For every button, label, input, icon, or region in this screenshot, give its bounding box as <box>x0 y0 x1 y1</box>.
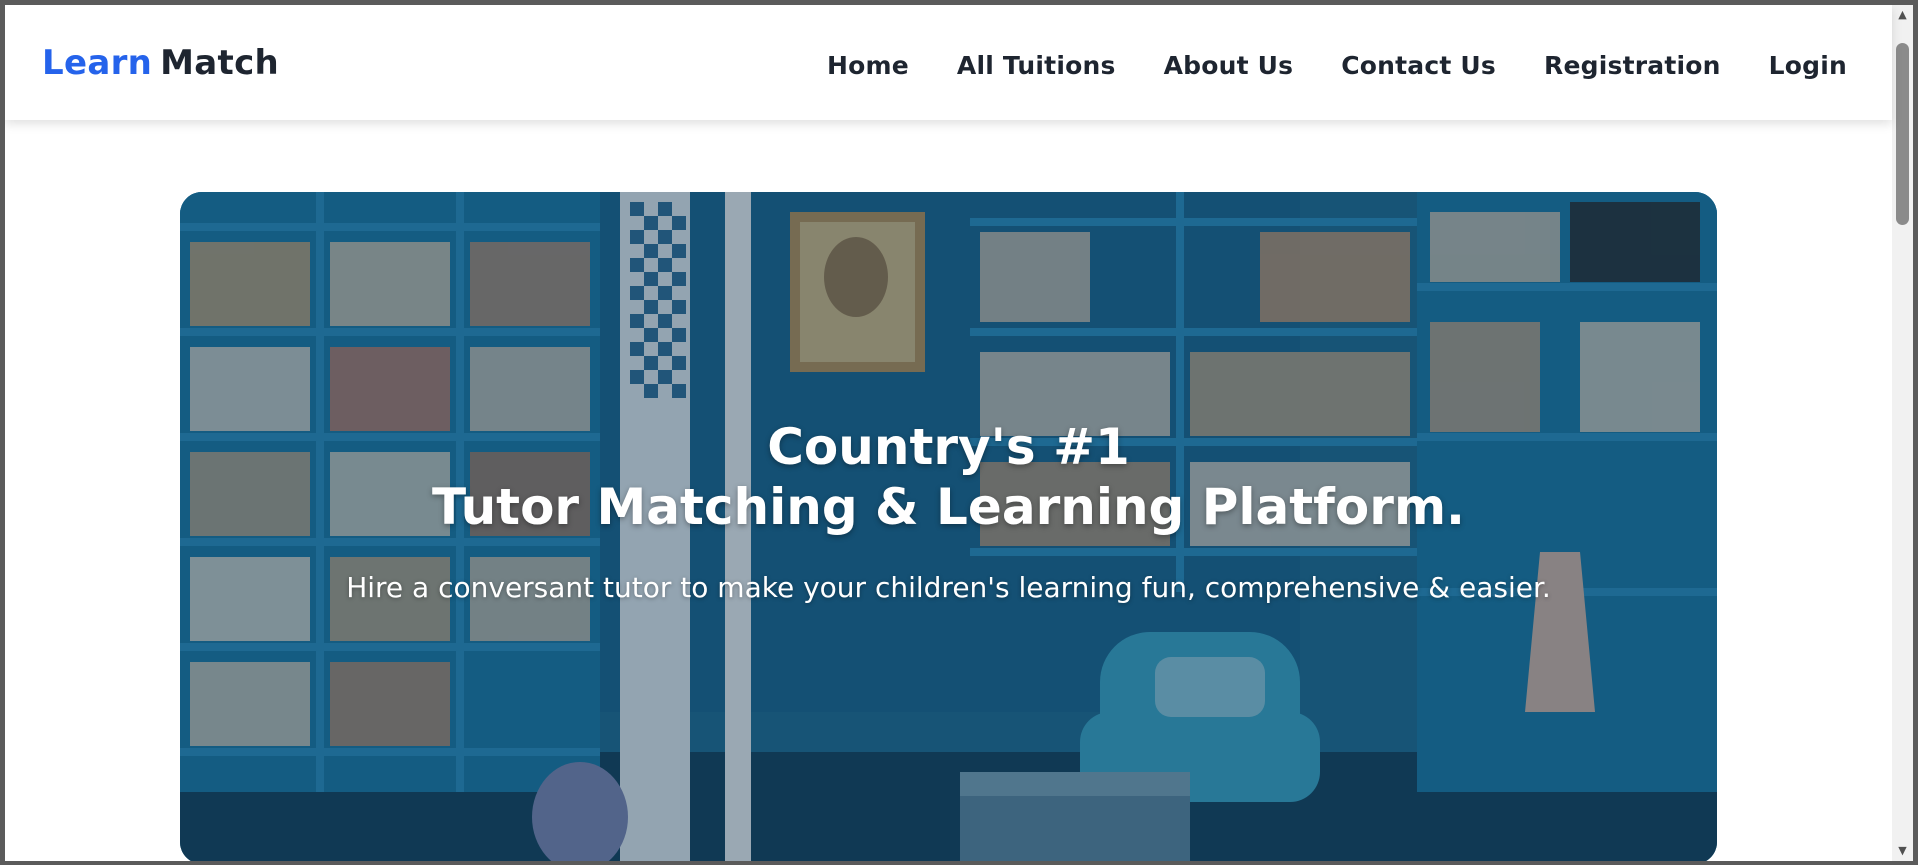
scrollbar-thumb[interactable] <box>1896 43 1909 225</box>
brand-logo[interactable]: Learn Match <box>42 43 279 83</box>
hero-title-line2: Tutor Matching & Learning Platform. <box>431 478 1466 536</box>
nav-contact-us[interactable]: Contact Us <box>1341 51 1496 80</box>
hero-banner: Country's #1 Tutor Matching & Learning P… <box>180 192 1717 861</box>
page-scrollbar[interactable]: ▲ ▼ <box>1892 5 1913 861</box>
nav-registration[interactable]: Registration <box>1544 51 1721 80</box>
nav-about-us[interactable]: About Us <box>1164 51 1294 80</box>
nav-menu: Home All Tuitions About Us Contact Us Re… <box>827 51 1847 80</box>
navbar: Learn Match Home All Tuitions About Us Co… <box>5 5 1892 120</box>
nav-home[interactable]: Home <box>827 51 909 80</box>
hero-subtitle: Hire a conversant tutor to make your chi… <box>346 571 1551 604</box>
brand-match: Match <box>160 43 280 83</box>
brand-learn: Learn <box>42 43 153 83</box>
scroll-down-icon[interactable]: ▼ <box>1892 841 1913 861</box>
browser-viewport: Learn Match Home All Tuitions About Us Co… <box>5 5 1913 861</box>
hero-title-line1: Country's #1 <box>767 418 1130 476</box>
scroll-up-icon[interactable]: ▲ <box>1892 5 1913 25</box>
hero-title: Country's #1 Tutor Matching & Learning P… <box>180 417 1717 537</box>
nav-login[interactable]: Login <box>1769 51 1847 80</box>
nav-all-tuitions[interactable]: All Tuitions <box>957 51 1116 80</box>
